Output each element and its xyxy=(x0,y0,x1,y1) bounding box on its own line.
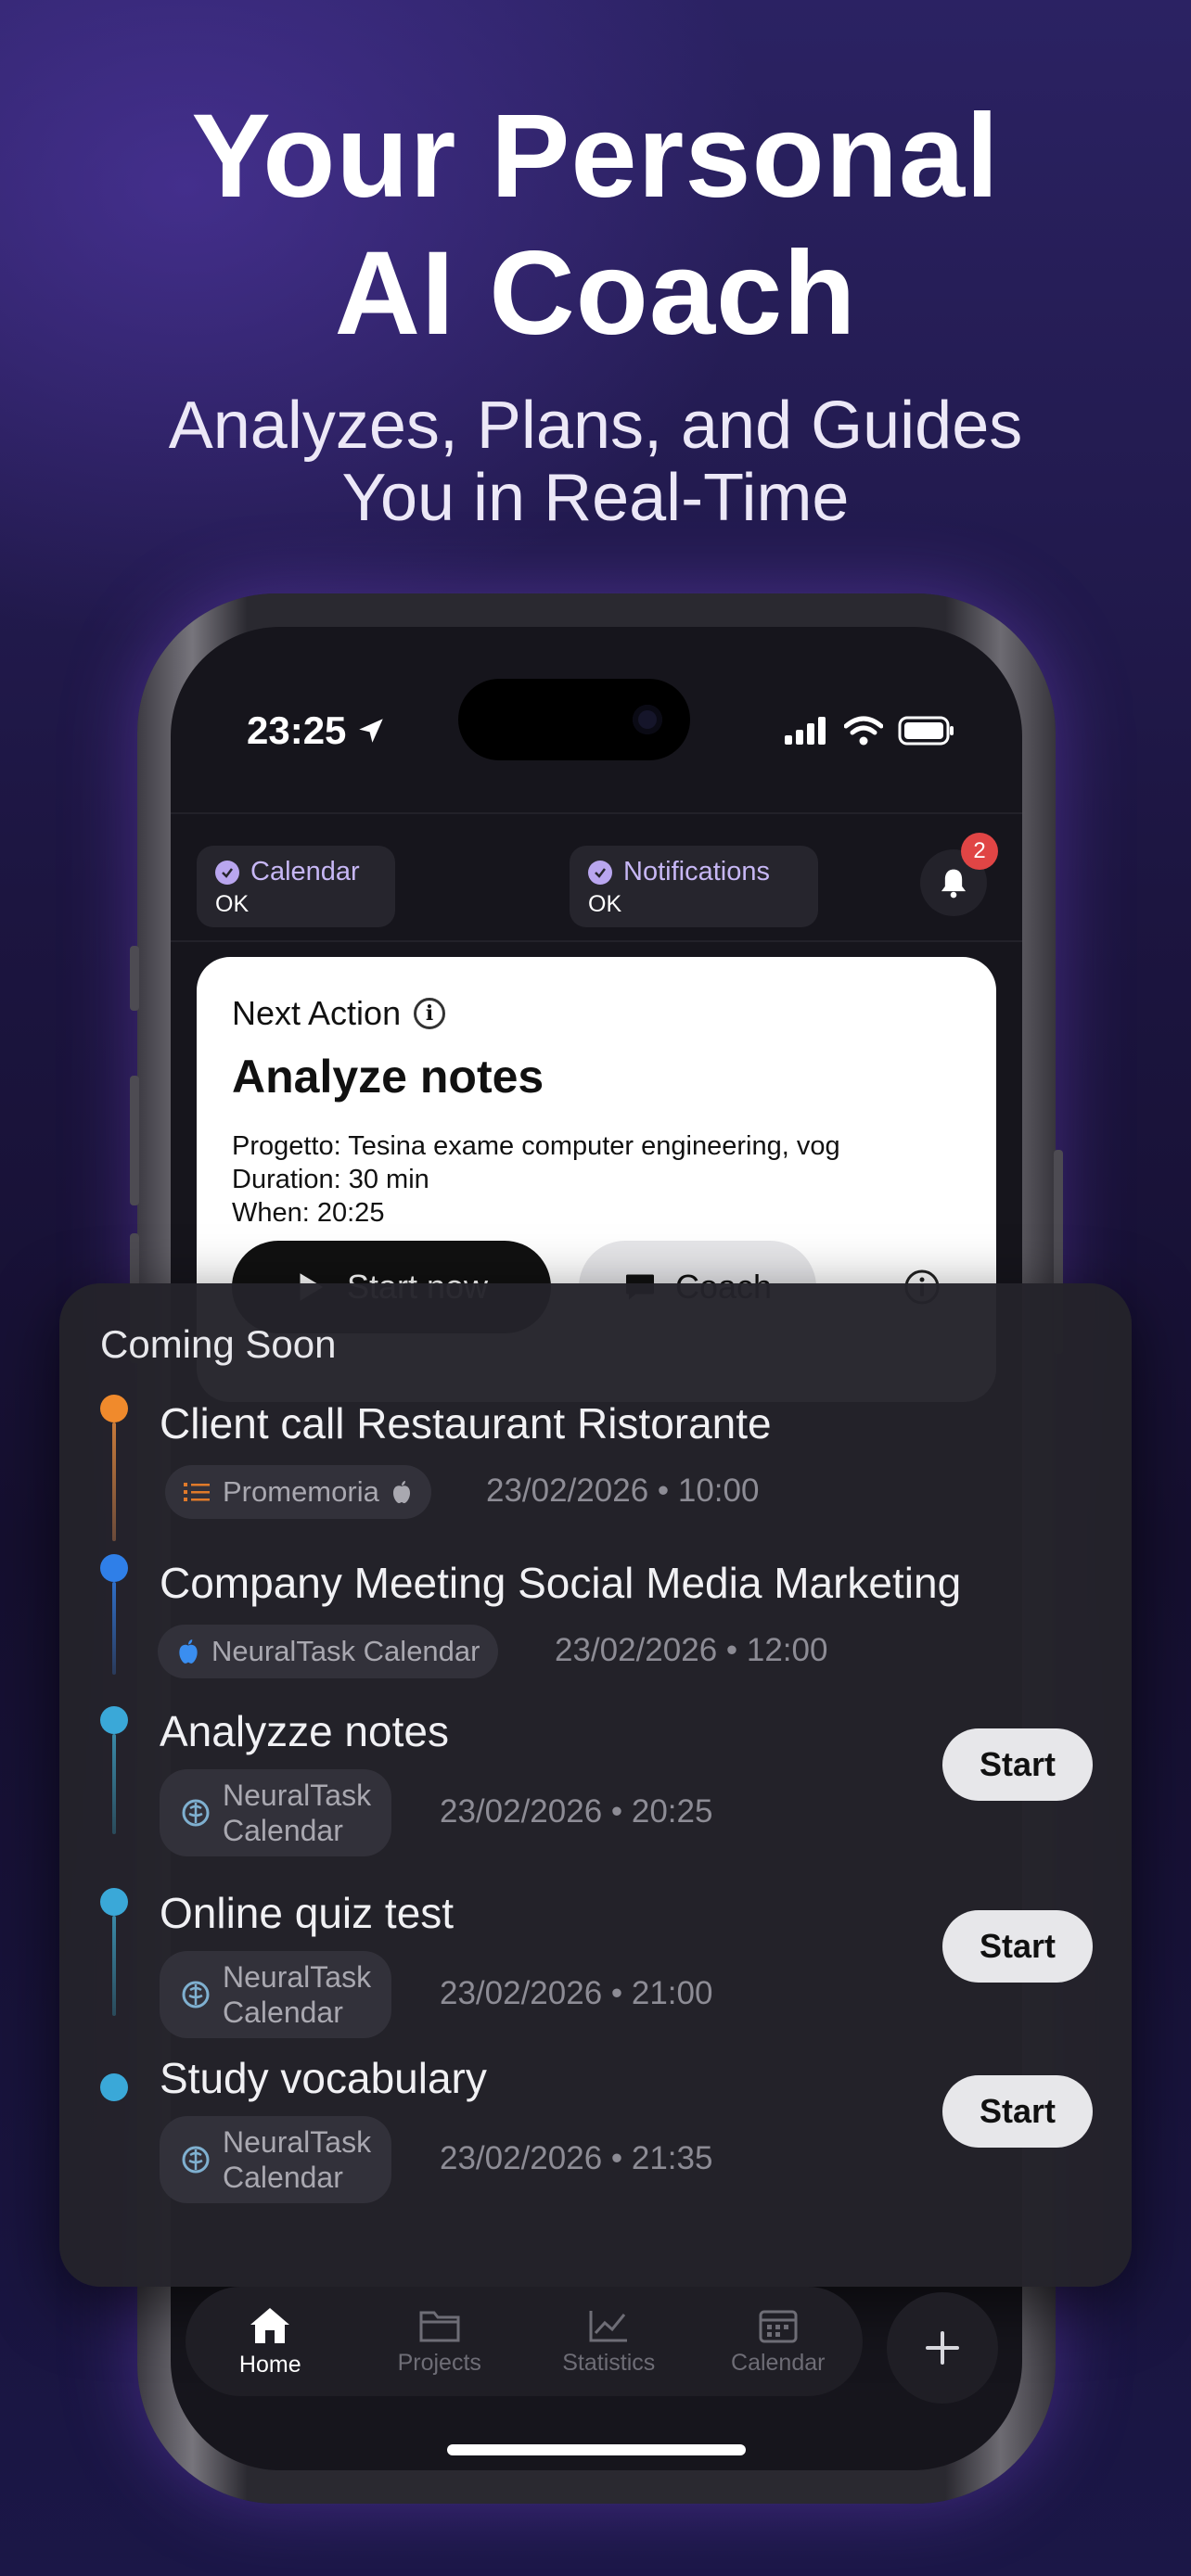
status-icons xyxy=(785,716,955,746)
apple-icon xyxy=(179,1639,198,1664)
calendar-icon xyxy=(759,2310,798,2342)
tab-label: Projects xyxy=(397,2349,481,2376)
tag-label: NeuralTask Calendar xyxy=(223,1960,372,2029)
silent-switch xyxy=(130,946,139,1011)
subheadline-line-2: You in Real-Time xyxy=(341,461,850,535)
chip-label: Notifications xyxy=(623,857,770,886)
next-action-title: Analyze notes xyxy=(232,1051,544,1103)
chip-label: Calendar xyxy=(250,857,360,886)
bell-icon xyxy=(941,869,967,899)
timeline-dot xyxy=(100,1395,128,1422)
item-source-tag: NeuralTask Calendar xyxy=(158,1625,499,1678)
headline-line-1: Your Personal xyxy=(191,90,1000,223)
item-datetime: 23/02/2026 • 20:25 xyxy=(440,1793,713,1830)
item-title: Client call Restaurant Ristorante xyxy=(160,1399,772,1447)
chip-status: OK xyxy=(215,891,250,917)
tag-label: NeuralTask Calendar xyxy=(211,1635,480,1667)
timeline-trail xyxy=(112,1582,116,1675)
add-button[interactable] xyxy=(887,2292,998,2404)
coming-soon-panel: Coming Soon Client call Restaurant Risto… xyxy=(59,1283,1132,2287)
headline: Your Personal AI Coach xyxy=(0,88,1191,363)
home-indicator xyxy=(447,2444,746,2455)
calendar-status-chip[interactable]: Calendar OK xyxy=(197,846,395,927)
subheadline: Analyzes, Plans, and Guides You in Real-… xyxy=(0,389,1191,534)
next-action-label: Next Action i xyxy=(232,994,446,1033)
chip-status: OK xyxy=(588,891,622,917)
timeline-dot xyxy=(100,1554,128,1582)
brain-icon xyxy=(182,2146,210,2174)
tab-statistics[interactable]: Statistics xyxy=(530,2307,687,2377)
item-source-tag: NeuralTask Calendar xyxy=(160,2116,392,2203)
tab-projects[interactable]: Projects xyxy=(361,2307,519,2377)
timeline-dot xyxy=(100,1706,128,1734)
check-icon xyxy=(588,860,612,885)
item-datetime: 23/02/2026 • 21:00 xyxy=(440,1975,713,2011)
next-action-project: Progetto: Tesina exame computer engineer… xyxy=(232,1131,840,1161)
check-icon xyxy=(215,860,239,885)
volume-up-button xyxy=(130,1076,139,1205)
timeline-trail xyxy=(112,1422,116,1541)
home-icon xyxy=(250,2307,290,2343)
tab-label: Statistics xyxy=(562,2349,656,2376)
battery-icon xyxy=(898,716,954,746)
list-icon xyxy=(184,1483,210,1501)
timeline-trail xyxy=(112,1916,116,2016)
coming-soon-title: Coming Soon xyxy=(100,1322,337,1366)
location-arrow-icon xyxy=(359,719,384,743)
item-source-tag: NeuralTask Calendar xyxy=(160,1951,392,2038)
subheadline-line-1: Analyzes, Plans, and Guides xyxy=(168,389,1023,463)
tag-label: Promemoria xyxy=(223,1475,379,1508)
item-datetime: 23/02/2026 • 12:00 xyxy=(555,1632,828,1668)
brain-icon xyxy=(182,1981,210,2009)
plus-icon xyxy=(926,2331,959,2365)
tag-label: NeuralTask Calendar xyxy=(223,2125,372,2194)
notifications-status-chip[interactable]: Notifications OK xyxy=(570,846,818,927)
tab-label: Calendar xyxy=(731,2349,826,2376)
headline-line-2: AI Coach xyxy=(334,227,857,360)
next-action-when: When: 20:25 xyxy=(232,1198,385,1228)
apple-icon xyxy=(392,1481,410,1503)
tab-bar: Home Projects Statistics Calendar xyxy=(186,2287,863,2396)
tab-home[interactable]: Home xyxy=(191,2305,349,2378)
next-action-duration: Duration: 30 min xyxy=(232,1165,429,1194)
item-source-tag: NeuralTask Calendar xyxy=(160,1769,392,1856)
start-button[interactable]: Start xyxy=(942,1728,1093,1801)
tag-label: NeuralTask Calendar xyxy=(223,1779,372,1847)
tab-calendar[interactable]: Calendar xyxy=(699,2307,857,2377)
folder-icon xyxy=(419,2311,460,2341)
dynamic-island xyxy=(458,679,690,760)
info-icon[interactable]: i xyxy=(414,998,446,1029)
item-datetime: 23/02/2026 • 21:35 xyxy=(440,2140,713,2176)
camera-icon xyxy=(633,705,662,734)
chart-icon xyxy=(589,2310,628,2341)
item-title: Company Meeting Social Media Marketing xyxy=(160,1559,962,1607)
item-title: Online quiz test xyxy=(160,1889,455,1937)
item-title: Study vocabulary xyxy=(160,2054,487,2102)
signal-icon xyxy=(785,717,826,745)
timeline-dot xyxy=(100,2073,128,2101)
next-action-details: Progetto: Tesina exame computer engineer… xyxy=(232,1129,974,1230)
item-source-tag: Promemoria xyxy=(165,1465,431,1519)
notification-badge: 2 xyxy=(961,833,998,870)
timeline-trail xyxy=(112,1734,116,1834)
header-divider xyxy=(171,812,1022,814)
start-button[interactable]: Start xyxy=(942,2075,1093,2148)
chips-divider xyxy=(171,940,1022,942)
wifi-icon xyxy=(844,716,883,746)
status-time-text: 23:25 xyxy=(247,708,347,752)
next-action-label-text: Next Action xyxy=(232,994,402,1032)
item-datetime: 23/02/2026 • 10:00 xyxy=(486,1473,760,1509)
timeline-dot xyxy=(100,1888,128,1916)
status-time: 23:25 xyxy=(247,708,387,753)
brain-icon xyxy=(182,1799,210,1827)
tab-label: Home xyxy=(238,2351,301,2378)
start-button[interactable]: Start xyxy=(942,1910,1093,1983)
item-title: Analyzze notes xyxy=(160,1707,449,1755)
